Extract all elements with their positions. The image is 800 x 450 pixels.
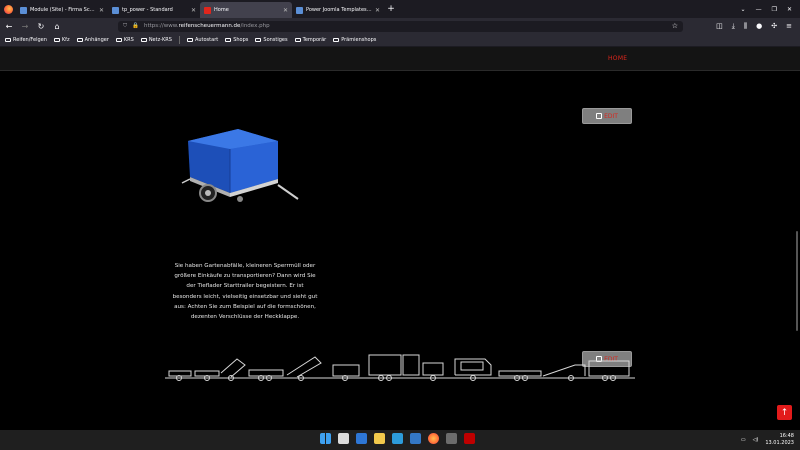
folder-icon — [255, 38, 262, 42]
joomla-favicon-icon — [112, 6, 119, 14]
extension-icon[interactable]: ● — [756, 22, 762, 31]
file-explorer-icon[interactable] — [374, 433, 385, 444]
bookmark-folder[interactable]: Shops — [225, 37, 248, 43]
bookmark-folder[interactable]: Anhänger — [76, 37, 109, 43]
site-favicon-icon — [204, 6, 211, 14]
address-bar[interactable]: ⛉ 🔒 https://www.reifenscheuermann.de/ind… — [118, 20, 683, 32]
volume-icon[interactable]: ◁) — [753, 437, 759, 443]
folder-icon — [5, 38, 11, 42]
tab-close-icon[interactable]: ✕ — [191, 7, 196, 14]
forward-icon[interactable]: → — [20, 22, 30, 31]
trailer-lineup-illustration — [165, 354, 635, 381]
joomla-favicon-icon — [20, 6, 27, 14]
windows-start-icon[interactable] — [320, 433, 331, 444]
bookmark-folder[interactable]: KRS — [115, 37, 134, 43]
folder-icon — [115, 38, 122, 42]
nav-home-link[interactable]: HOME — [608, 55, 627, 62]
bookmark-folder[interactable]: Prämienshops — [333, 37, 376, 43]
bookmark-folder[interactable]: Temporär — [294, 37, 326, 43]
back-icon[interactable]: ← — [4, 22, 14, 31]
tab-title: Power Joomla Templates - Powe... — [306, 7, 372, 13]
bookmark-separator — [178, 36, 180, 44]
arrow-up-icon: ↑ — [780, 407, 789, 418]
search-icon[interactable] — [338, 433, 349, 444]
display-icon[interactable]: ▭ — [741, 437, 746, 443]
bookmark-folder[interactable]: Kfz — [53, 37, 70, 43]
toolbar-icons: ◫ ⤓ ⫼ ● ✣ ≡ — [716, 22, 796, 31]
calendar-icon[interactable] — [356, 433, 367, 444]
calculator-icon[interactable] — [446, 433, 457, 444]
page-scrollbar[interactable] — [796, 231, 798, 331]
bookmark-star-icon[interactable]: ☆ — [672, 22, 678, 30]
tab-close-icon[interactable]: ✕ — [283, 7, 288, 14]
trailer-image — [181, 129, 299, 202]
url-text: https://www.reifenscheuermann.de/index.p… — [144, 23, 270, 29]
filezilla-icon[interactable] — [464, 433, 475, 444]
folder-icon — [76, 38, 83, 42]
bookmark-folder[interactable]: Sonstiges — [255, 37, 288, 43]
downloads-icon[interactable]: ⤓ — [732, 22, 735, 31]
hamburger-menu-icon[interactable]: ≡ — [786, 22, 792, 31]
windows-taskbar: ▭ ◁) 16:48 13.01.2023 — [0, 430, 800, 450]
minimize-icon[interactable]: — — [756, 6, 762, 13]
library-icon[interactable]: ⫼ — [744, 22, 747, 31]
clock-time: 16:48 — [779, 433, 794, 439]
window-controls: ⌄ — ❐ ✕ — [741, 6, 800, 13]
tab-close-icon[interactable]: ✕ — [99, 7, 104, 14]
lock-icon[interactable]: 🔒 — [132, 23, 139, 29]
shield-icon[interactable]: ⛉ — [123, 23, 127, 30]
home-icon[interactable]: ⌂ — [52, 22, 62, 31]
close-window-icon[interactable]: ✕ — [787, 6, 792, 13]
system-tray: ▭ ◁) 16:48 13.01.2023 — [741, 433, 794, 447]
clock-date: 13.01.2023 — [765, 440, 794, 446]
folder-icon — [186, 38, 193, 42]
mail-icon[interactable] — [410, 433, 421, 444]
folder-icon — [333, 38, 340, 42]
tab-title: tp_power - Standard — [122, 7, 173, 13]
bookmark-folder[interactable]: Netz-KRS — [140, 37, 172, 43]
bookmarks-bar: Reifen/Felgen Kfz Anhänger KRS Netz-KRS … — [0, 34, 800, 47]
edit-icon — [596, 113, 603, 119]
site-header: HOME — [0, 47, 800, 71]
firefox-menu-button[interactable] — [0, 0, 16, 18]
product-description: Sie haben Gartenabfälle, kleineren Sperr… — [172, 263, 318, 321]
scroll-to-top-button[interactable]: ↑ — [777, 405, 792, 420]
bookmark-folder[interactable]: Reifen/Felgen — [5, 37, 47, 43]
clock[interactable]: 16:48 13.01.2023 — [765, 433, 794, 447]
new-tab-button[interactable]: + — [384, 4, 398, 14]
browser-nav-bar: ← → ↻ ⌂ ⛉ 🔒 https://www.reifenscheuerman… — [0, 18, 800, 34]
folder-icon — [225, 38, 232, 42]
firefox-icon — [3, 4, 13, 14]
tab-title: Module (Site) - Firma Scheuerm... — [30, 7, 96, 13]
maximize-icon[interactable]: ❐ — [772, 6, 777, 13]
bookmark-folder[interactable]: Autostart — [186, 37, 218, 43]
taskbar-apps — [320, 433, 475, 444]
browser-tab[interactable]: Power Joomla Templates - Powe... ✕ — [292, 2, 384, 18]
tab-close-icon[interactable]: ✕ — [375, 7, 380, 14]
reload-icon[interactable]: ↻ — [36, 22, 46, 31]
edit-button[interactable]: EDIT — [582, 108, 632, 124]
pocket-icon[interactable]: ◫ — [716, 22, 723, 31]
folder-icon — [53, 38, 60, 42]
tab-list-icon[interactable]: ⌄ — [741, 6, 746, 13]
edit-button-label: EDIT — [604, 112, 618, 120]
tab-title: Home — [214, 7, 229, 13]
browser-tab-active[interactable]: Home ✕ — [200, 2, 292, 18]
joomla-favicon-icon — [296, 6, 303, 14]
firefox-taskbar-icon[interactable] — [428, 433, 439, 444]
extensions-puzzle-icon[interactable]: ✣ — [771, 22, 777, 31]
settings-icon[interactable] — [392, 433, 403, 444]
browser-tab[interactable]: Module (Site) - Firma Scheuerm... ✕ — [16, 2, 108, 18]
browser-tab[interactable]: tp_power - Standard ✕ — [108, 2, 200, 18]
browser-tab-bar: Module (Site) - Firma Scheuerm... ✕ tp_p… — [0, 0, 800, 18]
folder-icon — [294, 38, 301, 42]
folder-icon — [140, 38, 147, 42]
page-content: EDIT Sie haben Gartenabfälle, kleineren … — [0, 71, 800, 430]
